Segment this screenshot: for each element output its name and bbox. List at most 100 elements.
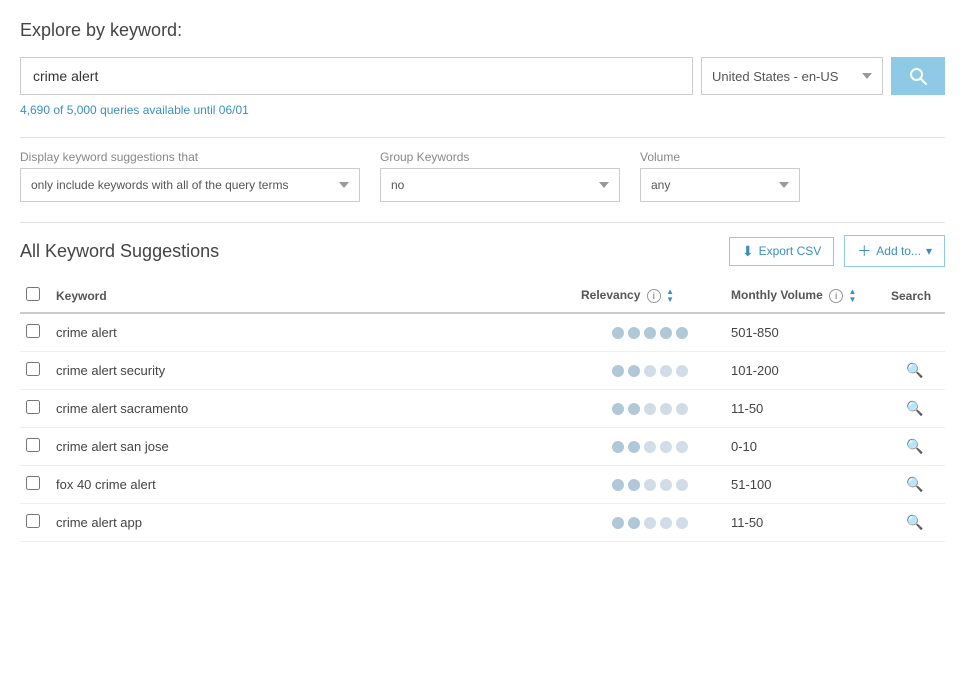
search-input[interactable] [20, 57, 693, 95]
volume-filter-label: Volume [640, 150, 800, 164]
row-checkbox-1[interactable] [26, 362, 40, 376]
locale-select[interactable]: United States - en-US United Kingdom - e… [701, 57, 883, 95]
volume-sort-icons[interactable]: ▲ ▼ [848, 288, 856, 304]
volume-filter-group: Volume any 0-10 11-50 51-100 101-200 501… [640, 150, 800, 202]
relevancy-cell [575, 428, 725, 466]
th-volume: Monthly Volume i ▲ ▼ [725, 279, 885, 313]
table-row: crime alert sacramento 11-50 🔍 [20, 390, 945, 428]
row-search-icon[interactable]: 🔍 [906, 400, 923, 416]
select-all-checkbox[interactable] [26, 287, 40, 301]
relevancy-info-icon[interactable]: i [647, 289, 661, 303]
keyword-cell: fox 40 crime alert [50, 466, 575, 504]
table-row: fox 40 crime alert 51-100 🔍 [20, 466, 945, 504]
volume-cell: 51-100 [725, 466, 885, 504]
relevancy-dot [676, 403, 688, 415]
search-cell: 🔍 [885, 390, 945, 428]
relevancy-sort-icons[interactable]: ▲ ▼ [666, 288, 674, 304]
volume-cell: 501-850 [725, 313, 885, 352]
row-checkbox-3[interactable] [26, 438, 40, 452]
col-relevancy-label: Relevancy [581, 288, 640, 302]
relevancy-cell [575, 352, 725, 390]
relevancy-dot [644, 479, 656, 491]
relevancy-dot [660, 365, 672, 377]
relevancy-dot [676, 441, 688, 453]
relevancy-dot [628, 479, 640, 491]
table-row: crime alert security 101-200 🔍 [20, 352, 945, 390]
display-filter-group: Display keyword suggestions that only in… [20, 150, 360, 202]
th-relevancy: Relevancy i ▲ ▼ [575, 279, 725, 313]
relevancy-dot [628, 365, 640, 377]
row-search-icon[interactable]: 🔍 [906, 362, 923, 378]
relevancy-dot [660, 517, 672, 529]
search-cell: 🔍 [885, 504, 945, 542]
relevancy-dot [628, 441, 640, 453]
th-select-all [20, 279, 50, 313]
keyword-cell: crime alert app [50, 504, 575, 542]
group-filter-label: Group Keywords [380, 150, 620, 164]
keyword-cell: crime alert san jose [50, 428, 575, 466]
keyword-cell: crime alert security [50, 352, 575, 390]
keyword-table: Keyword Relevancy i ▲ ▼ Monthly Volume i… [20, 279, 945, 542]
volume-cell: 11-50 [725, 390, 885, 428]
relevancy-dot [612, 327, 624, 339]
relevancy-dot [612, 441, 624, 453]
relevancy-cell [575, 390, 725, 428]
keyword-cell: crime alert sacramento [50, 390, 575, 428]
divider-2 [20, 222, 945, 223]
row-checkbox-0[interactable] [26, 324, 40, 338]
search-cell: 🔍 [885, 466, 945, 504]
volume-cell: 101-200 [725, 352, 885, 390]
addto-button[interactable]: ＋ Add to... ▾ [844, 235, 945, 267]
keyword-cell: crime alert [50, 313, 575, 352]
row-search-icon[interactable]: 🔍 [906, 438, 923, 454]
relevancy-dot [676, 479, 688, 491]
search-button[interactable] [891, 57, 945, 95]
section-header: All Keyword Suggestions ⬇ Export CSV ＋ A… [20, 235, 945, 267]
volume-cell: 0-10 [725, 428, 885, 466]
query-info: 4,690 of 5,000 queries available until 0… [20, 103, 945, 117]
row-checkbox-4[interactable] [26, 476, 40, 490]
export-label: Export CSV [759, 244, 822, 258]
export-csv-button[interactable]: ⬇ Export CSV [729, 237, 834, 266]
plus-icon: ＋ [857, 241, 871, 261]
col-volume-label: Monthly Volume [731, 288, 823, 302]
row-checkbox-5[interactable] [26, 514, 40, 528]
display-filter-select[interactable]: only include keywords with all of the qu… [20, 168, 360, 202]
display-filter-label: Display keyword suggestions that [20, 150, 360, 164]
section-title: All Keyword Suggestions [20, 241, 219, 262]
relevancy-dot [644, 517, 656, 529]
row-search-icon[interactable]: 🔍 [906, 514, 923, 530]
col-search-label: Search [891, 289, 931, 303]
relevancy-dot [628, 327, 640, 339]
sort-down-icon-vol: ▼ [848, 296, 856, 304]
relevancy-dot [612, 479, 624, 491]
table-row: crime alert app 11-50 🔍 [20, 504, 945, 542]
relevancy-dot [676, 327, 688, 339]
volume-info-icon[interactable]: i [829, 289, 843, 303]
relevancy-dot [676, 517, 688, 529]
relevancy-cell [575, 504, 725, 542]
relevancy-dot [628, 403, 640, 415]
relevancy-dot [660, 327, 672, 339]
keyword-table-body: crime alert 501-850 crime alert security 10… [20, 313, 945, 542]
page-title: Explore by keyword: [20, 20, 945, 41]
relevancy-dot [612, 517, 624, 529]
table-row: crime alert 501-850 [20, 313, 945, 352]
group-filter-select[interactable]: no yes [380, 168, 620, 202]
row-checkbox-2[interactable] [26, 400, 40, 414]
volume-cell: 11-50 [725, 504, 885, 542]
search-row: United States - en-US United Kingdom - e… [20, 57, 945, 95]
relevancy-dot [644, 327, 656, 339]
divider-1 [20, 137, 945, 138]
search-cell: 🔍 [885, 352, 945, 390]
table-row: crime alert san jose 0-10 🔍 [20, 428, 945, 466]
relevancy-dot [612, 365, 624, 377]
th-search: Search [885, 279, 945, 313]
row-search-icon[interactable]: 🔍 [906, 476, 923, 492]
relevancy-cell [575, 313, 725, 352]
volume-filter-select[interactable]: any 0-10 11-50 51-100 101-200 501-850 [640, 168, 800, 202]
export-icon: ⬇ [742, 243, 754, 260]
sort-down-icon: ▼ [666, 296, 674, 304]
relevancy-dot [628, 517, 640, 529]
th-keyword: Keyword [50, 279, 575, 313]
